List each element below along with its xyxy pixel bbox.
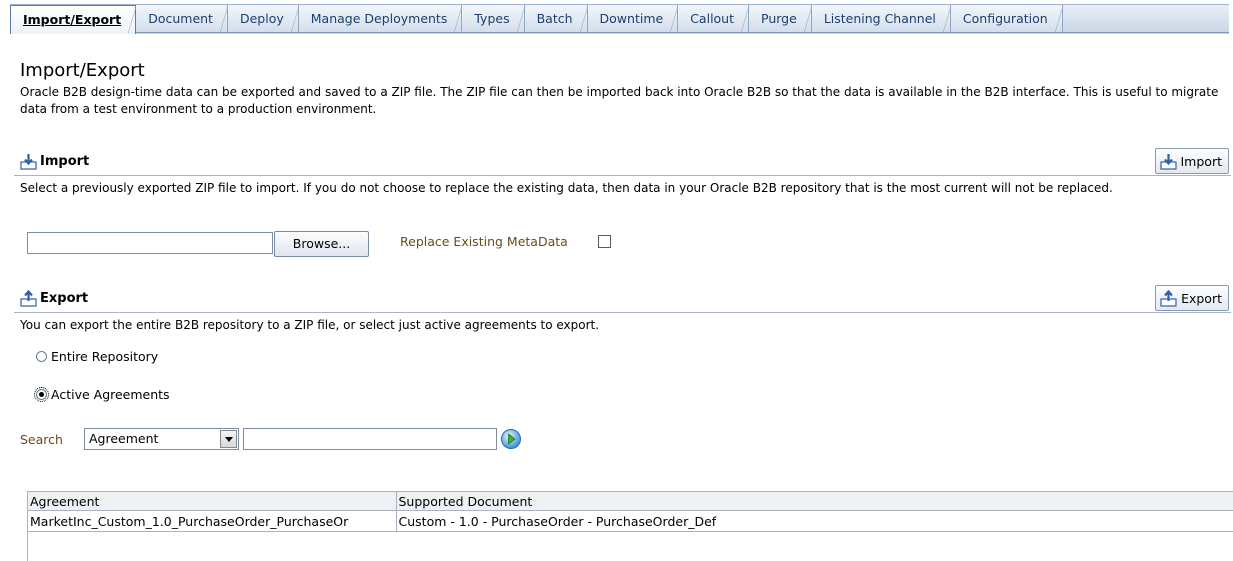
- tab-configuration[interactable]: Configuration: [950, 5, 1063, 32]
- import-section-header: Import Import: [14, 148, 1231, 176]
- replace-metadata-label: Replace Existing MetaData: [400, 234, 568, 249]
- radio-button[interactable]: [36, 351, 47, 362]
- import-icon: [1159, 153, 1177, 170]
- radio-active-agreements[interactable]: Active Agreements: [34, 387, 170, 402]
- tab-listening-channel[interactable]: Listening Channel: [811, 5, 952, 32]
- page-intro: Oracle B2B design-time data can be expor…: [20, 85, 1219, 116]
- tab-document[interactable]: Document: [136, 5, 228, 32]
- export-section-header: Export Export: [14, 285, 1231, 313]
- chevron-down-icon[interactable]: [220, 430, 237, 448]
- search-label: Search: [20, 432, 63, 447]
- go-arrow-icon[interactable]: [500, 428, 522, 450]
- agreements-table: Agreement Supported Document MarketInc_C…: [27, 491, 1233, 561]
- search-field-select[interactable]: Agreement: [84, 428, 239, 450]
- export-description: You can export the entire B2B repository…: [20, 318, 600, 332]
- tab-import-export[interactable]: Import/Export: [10, 5, 137, 34]
- tab-strip-baseline: [10, 32, 1229, 33]
- export-icon: [1160, 289, 1177, 307]
- page-title: Import/Export: [20, 60, 145, 81]
- export-button[interactable]: Export: [1155, 285, 1229, 311]
- radio-entire-repository-label: Entire Repository: [51, 349, 159, 364]
- export-button-label: Export: [1181, 290, 1222, 306]
- search-input[interactable]: [243, 428, 497, 450]
- import-button-label: Import: [1180, 153, 1223, 169]
- tab-callout[interactable]: Callout: [678, 5, 750, 32]
- tab-downtime[interactable]: Downtime: [587, 5, 679, 32]
- tab-batch[interactable]: Batch: [524, 5, 588, 32]
- tab-purge[interactable]: Purge: [749, 5, 812, 32]
- browse-button[interactable]: Browse...: [274, 231, 369, 257]
- replace-metadata-checkbox[interactable]: [598, 235, 611, 248]
- import-file-input[interactable]: [27, 232, 273, 254]
- radio-entire-repository[interactable]: Entire Repository: [36, 349, 158, 364]
- column-header-agreement[interactable]: Agreement: [28, 492, 397, 511]
- tab-deploy[interactable]: Deploy: [227, 5, 299, 32]
- tab-bar: Import/Export Document Deploy Manage Dep…: [0, 0, 1233, 34]
- tab-manage-deployments[interactable]: Manage Deployments: [298, 5, 463, 32]
- export-heading: Export: [20, 289, 89, 307]
- table-header-row: Agreement Supported Document: [28, 492, 1233, 511]
- tabs: Import/Export Document Deploy Manage Dep…: [10, 5, 1063, 34]
- import-heading: Import: [20, 153, 89, 170]
- radio-active-agreements-label: Active Agreements: [51, 387, 170, 402]
- radio-button-selected[interactable]: [34, 387, 49, 402]
- column-header-supported-document[interactable]: Supported Document: [396, 492, 1233, 511]
- tab-types[interactable]: Types: [462, 5, 525, 32]
- table-cell-agreement: MarketInc_Custom_1.0_PurchaseOrder_Purch…: [28, 510, 397, 532]
- export-heading-label: Export: [40, 291, 89, 306]
- import-button[interactable]: Import: [1154, 148, 1229, 174]
- export-icon: [20, 289, 37, 307]
- table-row[interactable]: MarketInc_Custom_1.0_PurchaseOrder_Purch…: [28, 510, 1233, 532]
- import-description: Select a previously exported ZIP file to…: [20, 181, 1113, 195]
- import-icon: [20, 153, 37, 170]
- import-heading-label: Import: [40, 154, 90, 169]
- table-cell-supported-document: Custom - 1.0 - PurchaseOrder - PurchaseO…: [396, 510, 1233, 532]
- search-field-value: Agreement: [89, 431, 159, 446]
